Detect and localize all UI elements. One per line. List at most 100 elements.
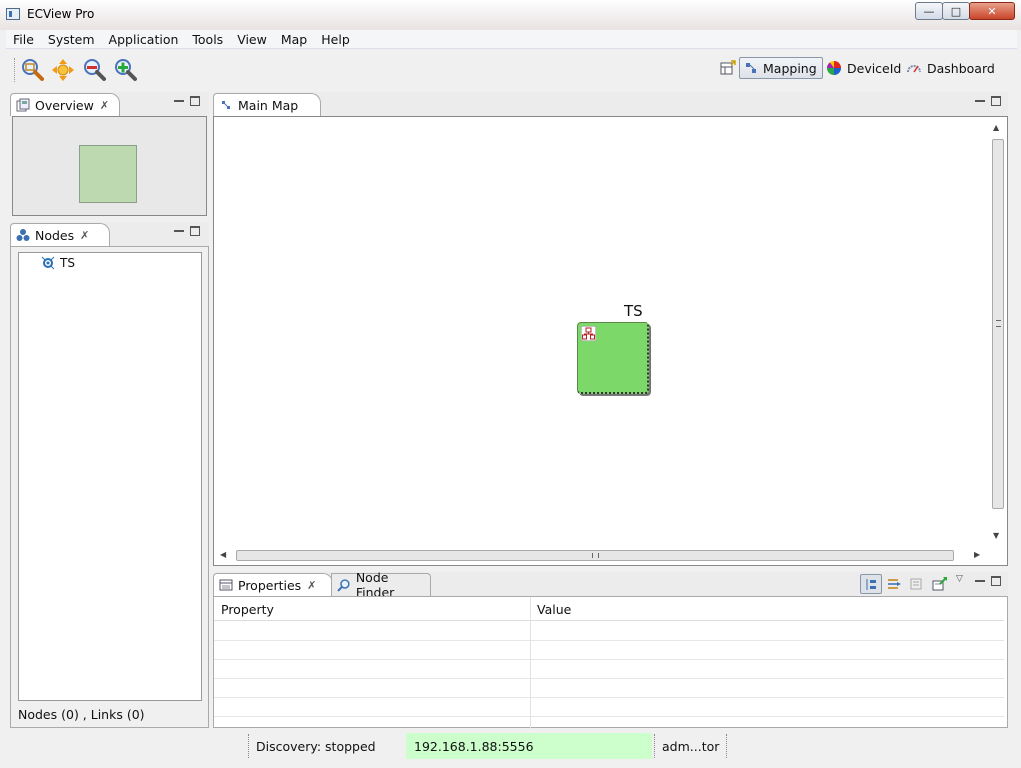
properties-panel: Property Value <box>213 596 1008 729</box>
window-controls: — □ ✕ <box>915 2 1015 20</box>
zoom-in-icon[interactable] <box>113 58 137 82</box>
perspective-dashboard-label: Dashboard <box>927 60 995 76</box>
table-row <box>214 640 1004 641</box>
table-row <box>214 716 1004 717</box>
view-menu-icon[interactable]: ▽ <box>956 574 963 584</box>
tree-item-ts[interactable]: TS <box>41 256 75 270</box>
close-window-button[interactable]: ✕ <box>969 2 1015 20</box>
tab-node-finder[interactable]: Node Finder <box>331 570 431 600</box>
pan-icon[interactable] <box>51 58 75 82</box>
minimize-icon[interactable] <box>975 96 985 102</box>
server-address: 192.168.1.88:5556 <box>406 733 652 759</box>
scroll-up-icon[interactable]: ▲ <box>993 123 999 132</box>
horizontal-scroll-thumb[interactable] <box>236 550 954 561</box>
close-overview-icon[interactable]: ✗ <box>100 99 109 112</box>
perspective-mapping-label: Mapping <box>763 60 817 76</box>
perspective-dashboard-button[interactable]: Dashboard <box>906 57 995 79</box>
pin-icon[interactable] <box>932 576 948 592</box>
properties-tab-strip: Properties ✗ Node Finder ▽ <box>213 570 1008 600</box>
menu-view[interactable]: View <box>230 32 274 47</box>
zoom-out-icon[interactable] <box>82 58 106 82</box>
properties-icon <box>219 579 233 591</box>
menu-bar: File System Application Tools View Map H… <box>6 30 1017 49</box>
tab-overview[interactable]: Overview ✗ <box>10 93 120 116</box>
window-title: ECView Pro <box>27 7 95 21</box>
tree-view-icon <box>866 579 876 590</box>
tab-overview-label: Overview <box>35 97 94 113</box>
tab-nodes-label: Nodes <box>35 227 75 243</box>
overview-viewport[interactable] <box>79 145 137 203</box>
map-node-label: TS <box>624 302 643 320</box>
perspective-mapping-button[interactable]: Mapping <box>739 57 823 79</box>
menu-system[interactable]: System <box>41 32 102 47</box>
app-window-icon <box>6 8 20 20</box>
menu-tools[interactable]: Tools <box>185 32 230 47</box>
status-bar: Discovery: stopped 192.168.1.88:5556 adm… <box>0 731 1021 761</box>
title-bar: ECView Pro — □ ✕ <box>0 0 1021 30</box>
tab-properties-label: Properties <box>238 577 302 593</box>
close-properties-icon[interactable]: ✗ <box>307 579 316 592</box>
gauge-icon <box>907 65 921 73</box>
close-nodes-icon[interactable]: ✗ <box>80 229 89 242</box>
tab-properties[interactable]: Properties ✗ <box>213 573 333 596</box>
menu-help[interactable]: Help <box>314 32 357 47</box>
toolbar-grip[interactable] <box>14 58 16 82</box>
restore-default-icon[interactable] <box>909 576 925 592</box>
tab-main-map-label: Main Map <box>238 97 299 113</box>
nodes-icon <box>16 229 30 241</box>
maximize-window-button[interactable]: □ <box>942 2 970 20</box>
zoom-fit-icon[interactable] <box>20 58 44 82</box>
menu-file[interactable]: File <box>6 32 41 47</box>
show-categories-button[interactable] <box>860 574 882 594</box>
properties-view-controls <box>975 576 1001 586</box>
search-icon <box>337 579 350 592</box>
overview-view-controls <box>174 96 200 106</box>
nodes-links-count: Nodes (0) , Links (0) <box>18 707 145 722</box>
minimize-icon[interactable] <box>975 576 985 582</box>
maximize-icon[interactable] <box>190 226 200 236</box>
nodes-view-controls <box>174 226 200 236</box>
tab-nodes[interactable]: Nodes ✗ <box>10 223 110 246</box>
maximize-icon[interactable] <box>991 576 1001 586</box>
column-header-property[interactable]: Property <box>221 602 274 617</box>
perspective-deviceid-label: DeviceId <box>847 60 902 76</box>
tab-main-map[interactable]: Main Map <box>213 93 321 116</box>
overview-tab-strip: Overview ✗ <box>10 92 209 116</box>
main-map-tab-strip: Main Map <box>213 92 1008 116</box>
map-icon <box>222 101 230 109</box>
discovery-status: Discovery: stopped <box>256 738 376 754</box>
scroll-left-icon[interactable]: ◀ <box>220 550 226 559</box>
vertical-scrollbar[interactable]: ▲ ▼ <box>990 121 1005 543</box>
overview-panel <box>12 116 207 216</box>
column-header-value[interactable]: Value <box>537 602 571 617</box>
map-node-ts[interactable] <box>577 322 649 394</box>
minimize-icon[interactable] <box>174 96 184 102</box>
map-canvas[interactable]: TS ▲ ▼ ◀ ▶ <box>213 116 1008 566</box>
user-name: adm...tor <box>662 738 720 754</box>
table-row <box>214 659 1004 660</box>
open-perspective-icon[interactable] <box>720 60 736 76</box>
scroll-down-icon[interactable]: ▼ <box>993 531 999 540</box>
maximize-icon[interactable] <box>190 96 200 106</box>
menu-application[interactable]: Application <box>102 32 186 47</box>
color-wheel-icon <box>827 61 841 75</box>
network-node-icon <box>581 326 596 341</box>
nodes-panel: TS Nodes (0) , Links (0) <box>10 246 209 728</box>
main-toolbar: Mapping DeviceId Dashboard <box>6 50 1017 90</box>
nodes-tree: TS <box>18 252 202 701</box>
scroll-right-icon[interactable]: ▶ <box>974 550 980 559</box>
node-device-icon <box>41 256 55 270</box>
vertical-scroll-thumb[interactable] <box>992 139 1004 509</box>
perspective-deviceid-button[interactable]: DeviceId <box>826 57 901 79</box>
mapping-icon <box>746 63 756 73</box>
menu-map[interactable]: Map <box>274 32 314 47</box>
filter-icon[interactable] <box>886 576 902 592</box>
table-row <box>214 678 1004 679</box>
table-row <box>214 697 1004 698</box>
minimize-icon[interactable] <box>174 226 184 232</box>
maximize-icon[interactable] <box>991 96 1001 106</box>
tree-item-label: TS <box>60 256 75 270</box>
horizontal-scrollbar[interactable]: ◀ ▶ <box>218 548 988 563</box>
nodes-tab-strip: Nodes ✗ <box>10 222 209 246</box>
minimize-window-button[interactable]: — <box>915 2 943 20</box>
